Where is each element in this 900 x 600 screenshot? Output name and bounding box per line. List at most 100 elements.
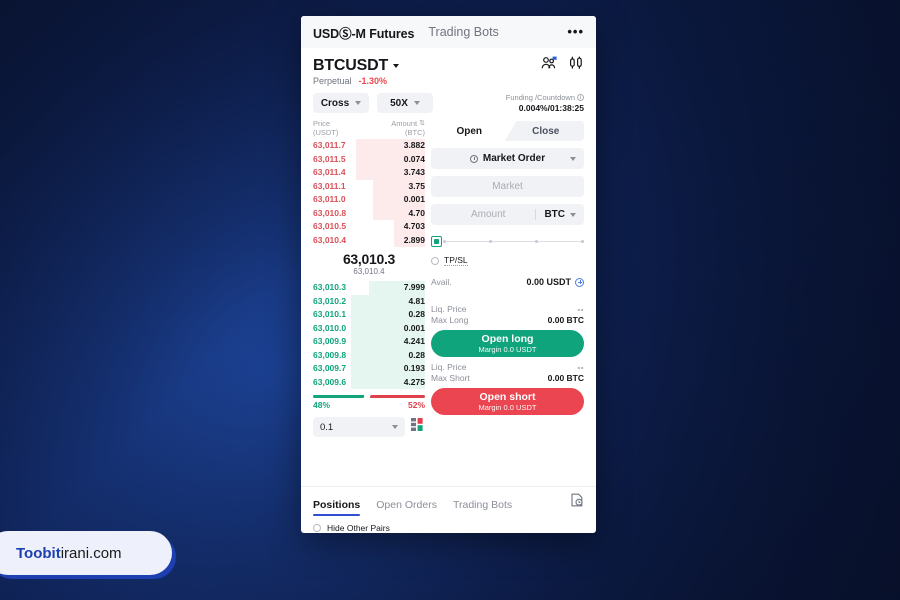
order-type-caret xyxy=(570,156,576,161)
chevron-down-icon xyxy=(413,101,420,105)
symbol-subrow: Perpetual -1.30% xyxy=(313,76,584,86)
tab-usd-m-futures[interactable]: USDⓈ-M Futures xyxy=(313,23,414,42)
order-book-row[interactable]: 63,010.8 4.70 xyxy=(313,206,425,220)
order-book-row[interactable]: 63,010.0 0.001 xyxy=(313,321,425,335)
long-liq-value: -- xyxy=(577,304,584,314)
copy-trading-icon[interactable] xyxy=(541,56,558,75)
hide-other-pairs-toggle[interactable]: Hide Other Pairs xyxy=(301,516,596,533)
open-short-margin: Margin 0.0 USDT xyxy=(479,403,537,412)
margin-leverage-row: Cross 50X Funding /Countdown i 0.004%/01… xyxy=(301,86,596,113)
order-amount: 4.70 xyxy=(408,207,425,218)
order-amount: 4.275 xyxy=(403,376,425,387)
contract-type: Perpetual xyxy=(313,76,352,86)
slider-track[interactable] xyxy=(443,239,584,243)
slider-tick[interactable] xyxy=(535,239,538,243)
open-close-tabs: Open Close xyxy=(431,121,584,141)
margin-mode-selector[interactable]: Cross xyxy=(313,93,369,113)
order-price: 63,010.4 xyxy=(313,234,347,245)
order-history-icon[interactable] xyxy=(570,493,584,516)
mid-price-block: 63,010.3 63,010.4 xyxy=(313,247,425,281)
funding-countdown[interactable]: Funding /Countdown i 0.004%/01:38:25 xyxy=(506,93,584,113)
order-price: 63,010.3 xyxy=(313,282,347,292)
long-liq-price-row: Liq. Price -- xyxy=(431,304,584,315)
open-short-label: Open short xyxy=(479,390,536,403)
tab-positions[interactable]: Positions xyxy=(313,499,361,516)
leverage-selector[interactable]: 50X xyxy=(377,93,433,113)
col-amount-unit: (BTC) xyxy=(405,128,425,137)
order-book-row[interactable]: 63,009.6 4.275 xyxy=(313,375,425,389)
order-book-row[interactable]: 63,011.0 0.001 xyxy=(313,193,425,207)
order-price: 63,011.5 xyxy=(313,153,346,164)
open-long-button[interactable]: Open long Margin 0.0 USDT xyxy=(431,330,584,357)
tpsl-toggle[interactable]: TP/SL xyxy=(431,255,584,266)
ask-rows: 63,011.7 3.882 63,011.5 0.074 63,011.4 3.743 6… xyxy=(313,139,425,247)
order-book-row[interactable]: 63,011.1 3.75 xyxy=(313,179,425,193)
available-balance-row: Avail. 0.00 USDT xyxy=(431,277,584,287)
candlestick-chart-icon[interactable] xyxy=(569,56,584,75)
order-book-row[interactable]: 63,009.8 0.28 xyxy=(313,348,425,362)
radio-icon[interactable] xyxy=(313,524,321,532)
radio-icon[interactable] xyxy=(431,256,439,265)
tab-trading-bots[interactable]: Trading Bots xyxy=(428,25,498,39)
order-book-row[interactable]: 63,011.7 3.882 xyxy=(313,139,425,153)
order-book-row[interactable]: 63,010.3 7.999 xyxy=(313,281,425,295)
trading-app-card: USDⓈ-M Futures Trading Bots ••• BTCUSDT xyxy=(301,16,596,533)
chevron-down-icon xyxy=(392,425,398,429)
tab-open[interactable]: Open xyxy=(431,121,508,141)
leverage-label: 50X xyxy=(390,97,408,109)
order-book-row[interactable]: 63,010.2 4.81 xyxy=(313,294,425,308)
order-book-row[interactable]: 63,011.5 0.074 xyxy=(313,152,425,166)
watermark-text: Toobitirani.com xyxy=(16,545,122,562)
short-liq-value: -- xyxy=(577,362,584,372)
amount-input[interactable]: Amount BTC xyxy=(431,204,584,225)
hide-other-pairs-label: Hide Other Pairs xyxy=(327,523,390,533)
price-input[interactable]: Market xyxy=(431,176,584,197)
watermark-brand: Toobit xyxy=(16,544,61,562)
symbol-actions xyxy=(541,56,584,75)
slider-tick[interactable] xyxy=(489,239,492,243)
sell-percent: 52% xyxy=(407,400,425,410)
price-change-percent: -1.30% xyxy=(358,76,388,86)
order-book-row[interactable]: 63,009.7 0.193 xyxy=(313,362,425,376)
order-book-header: Price Amount ⇅ xyxy=(313,119,425,128)
available-label: Avail. xyxy=(431,277,452,287)
tab-open-orders[interactable]: Open Orders xyxy=(376,499,437,516)
watermark-badge: Toobitirani.com xyxy=(0,531,172,575)
order-amount: 4.81 xyxy=(408,295,425,306)
tab-close[interactable]: Close xyxy=(508,121,585,141)
funding-label-row: Funding /Countdown i xyxy=(506,93,584,102)
info-icon[interactable]: i xyxy=(577,94,584,101)
slider-tick[interactable] xyxy=(581,239,584,243)
chevron-down-icon[interactable] xyxy=(393,63,400,68)
amount-unit-selector[interactable]: BTC xyxy=(544,209,576,220)
price-grouping-selector[interactable]: 0.1 xyxy=(313,417,405,437)
price-grouping-value: 0.1 xyxy=(320,421,334,433)
chevron-down-icon xyxy=(355,101,362,105)
order-book-row[interactable]: 63,010.5 4.703 xyxy=(313,220,425,234)
order-book-row[interactable]: 63,009.9 4.241 xyxy=(313,335,425,349)
grouping-row: 0.1 xyxy=(313,417,425,437)
max-long-row: Max Long 0.00 BTC xyxy=(431,315,584,326)
add-funds-icon[interactable] xyxy=(575,277,584,287)
slider-tick[interactable] xyxy=(443,239,446,243)
slider-handle[interactable] xyxy=(431,235,442,247)
order-amount: 0.28 xyxy=(408,349,425,360)
price-input-text: Market xyxy=(492,181,523,192)
order-book-row[interactable]: 63,010.1 0.28 xyxy=(313,308,425,322)
open-short-button[interactable]: Open short Margin 0.0 USDT xyxy=(431,388,584,415)
order-book-row[interactable]: 63,010.4 2.899 xyxy=(313,233,425,247)
symbol-row: BTCUSDT xyxy=(313,56,584,75)
order-book: Price Amount ⇅ (USDT) (BTC) 63,011.7 3.88… xyxy=(301,119,426,486)
order-amount: 0.001 xyxy=(403,194,425,204)
order-book-row[interactable]: 63,011.4 3.743 xyxy=(313,166,425,180)
orderbook-layout-icon[interactable] xyxy=(411,418,425,436)
order-type-selector[interactable]: Market Order xyxy=(431,148,584,169)
open-long-label: Open long xyxy=(481,332,534,345)
main-body: Price Amount ⇅ (USDT) (BTC) 63,011.7 3.88… xyxy=(301,113,596,486)
col-price-label: Price xyxy=(313,119,331,128)
chevron-down-icon xyxy=(570,212,576,217)
tab-trading-bots-bottom[interactable]: Trading Bots xyxy=(453,499,512,516)
amount-slider[interactable] xyxy=(431,235,584,247)
symbol-name[interactable]: BTCUSDT xyxy=(313,57,388,75)
more-options-icon[interactable]: ••• xyxy=(567,25,584,38)
